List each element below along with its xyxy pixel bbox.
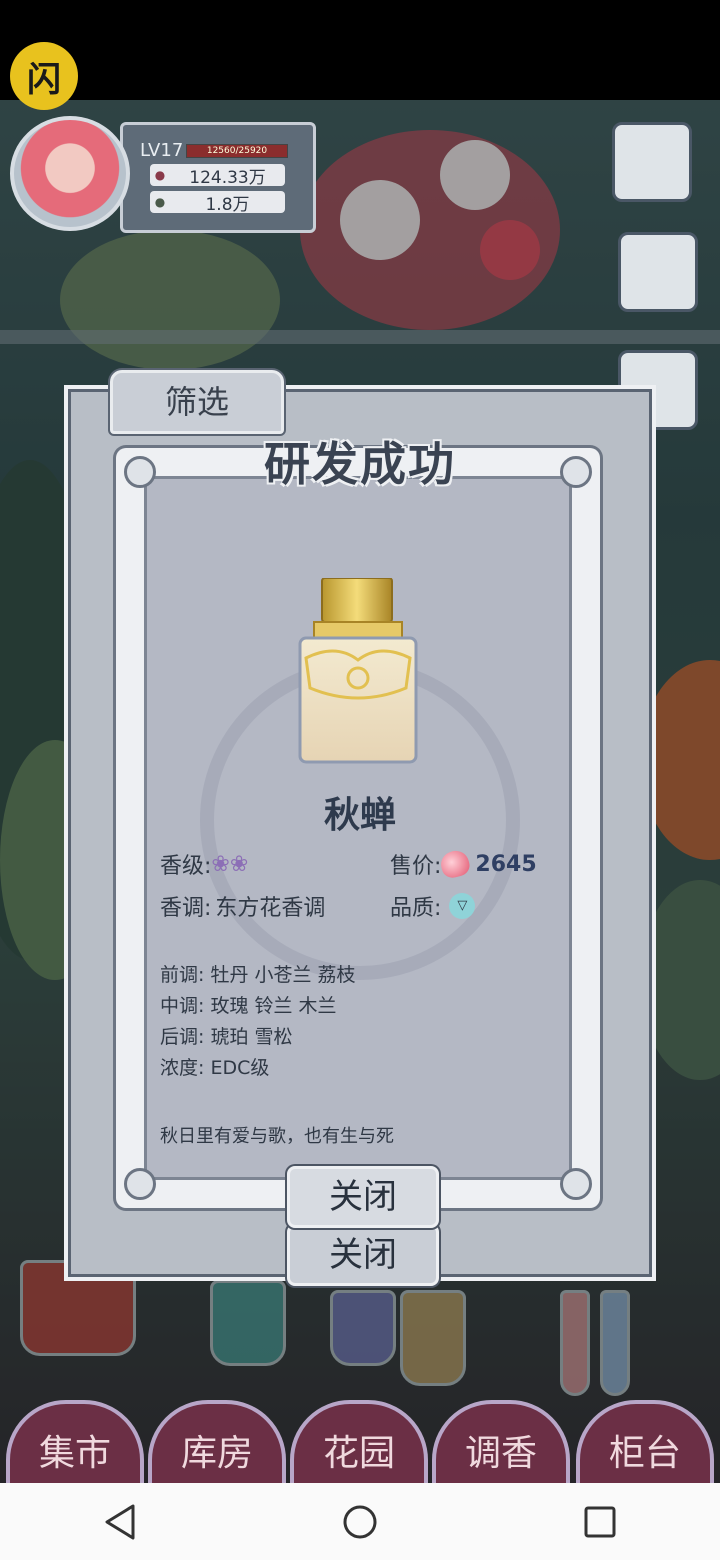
petal-icon: ● [154,168,166,182]
currency-petal-value: 124.33万 [189,167,266,188]
close-button[interactable]: 关闭 [287,1166,439,1228]
back-triangle-icon [105,1504,135,1539]
recents-square-icon [584,1506,616,1537]
ornament-corner-icon [560,1168,592,1200]
quality-label: 品质: [390,896,442,921]
perfume-description: 秋日里有爱与歌，也有生与死 [160,1126,394,1147]
player-level: LV17 [140,140,184,161]
perfume-name: 秋蝉 [323,795,396,836]
top-notes: 前调: 牡丹 小苍兰 荔枝 [160,964,356,986]
currency-leaf-value: 1.8万 [205,194,250,215]
filter-tab[interactable]: 筛选 [110,370,284,434]
heart-currency-icon [438,847,473,881]
price-label: 售价: [390,854,442,879]
grade-flower-icon: ❀❀ [211,851,249,877]
accord-row: 香调: 东方花香调 [160,890,325,922]
avatar[interactable] [10,116,130,231]
middle-notes: 中调: 玫瑰 铃兰 木兰 [160,995,337,1017]
recents-button[interactable] [570,1492,630,1552]
currency-petal: ● 124.33万 [150,164,285,188]
back-button[interactable] [90,1492,150,1552]
price-value: 2645 [475,851,537,877]
concentration: 浓度: EDC级 [160,1057,270,1079]
home-circle-icon [343,1505,377,1538]
currency-leaf: ● 1.8万 [150,191,285,215]
status-bar [0,0,720,100]
grade-row: 香级: ❀❀ [160,848,248,880]
home-button[interactable] [330,1492,390,1552]
price-row: 售价: 2645 [390,847,537,881]
quality-row: 品质: ▽ [390,890,476,922]
exp-bar: 12560/25920 [186,144,288,158]
accord-label: 香调: [160,896,212,921]
quality-gem-icon: ▽ [449,893,476,919]
ornament-corner-icon [124,1168,156,1200]
grade-label: 香级: [160,854,212,879]
list-close-button[interactable]: 关闭 [287,1224,439,1286]
task-list-icon[interactable] [618,232,698,312]
flash-icon[interactable]: 闪 [10,42,78,110]
perfume-bottle-icon [298,578,418,764]
accord-value: 东方花香调 [215,896,326,921]
leaf-icon: ● [154,195,166,209]
storage-icon[interactable] [612,122,692,202]
system-nav-bar [0,1483,720,1560]
dialog-title: 研发成功 [264,437,456,491]
base-notes: 后调: 琥珀 雪松 [160,1026,293,1048]
